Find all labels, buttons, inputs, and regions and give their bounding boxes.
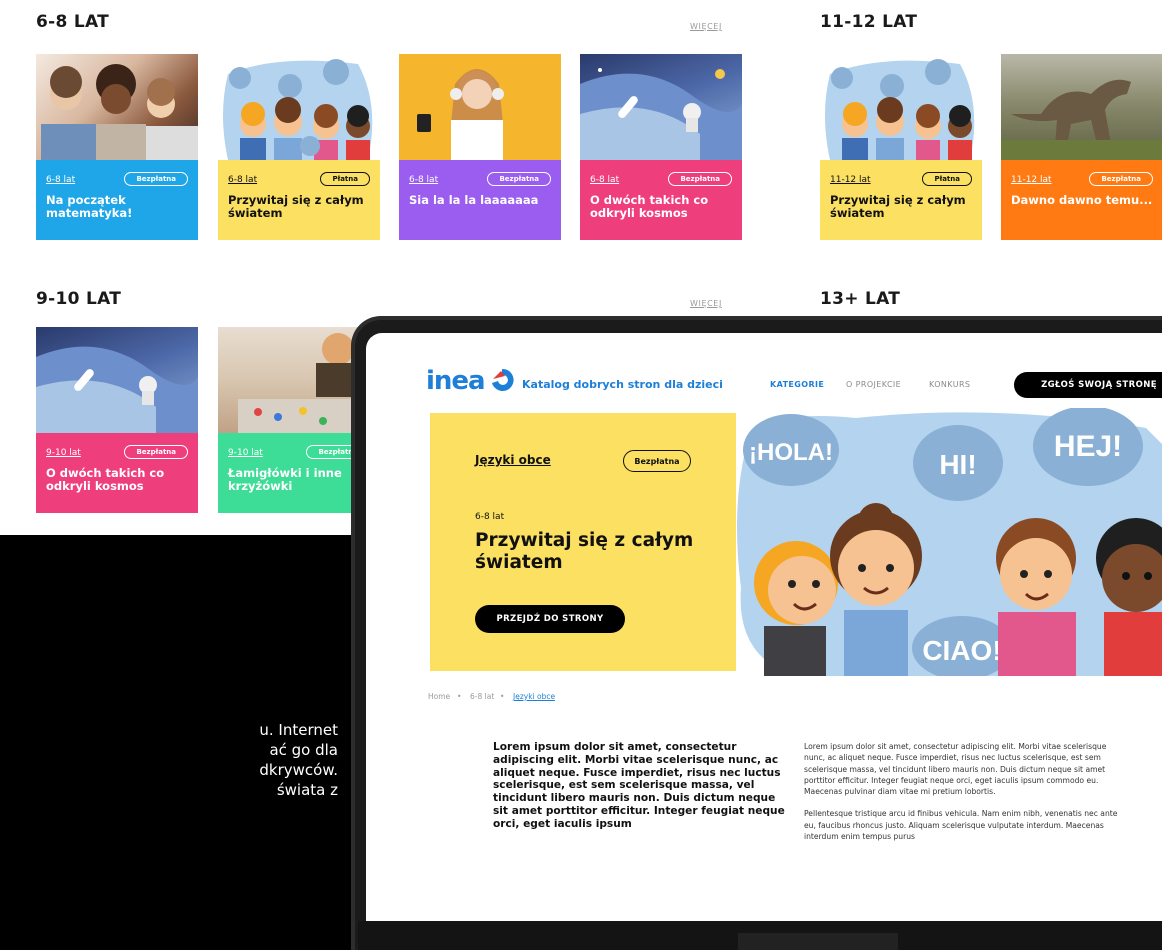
card-title: O dwóch takich co odkryli kosmos [46,466,165,493]
price-badge: Bezpłatna [487,172,551,186]
card-age-link[interactable]: 6-8 lat [46,175,75,185]
price-badge: Płatna [922,172,972,186]
body-paragraph: Pellentesque tristique arcu id finibus v… [804,809,1118,842]
section-title-9-10: 9-10 LAT [36,289,122,309]
cartoon-girl-blonde [754,541,838,676]
card-band: 11-12 lat Bezpłatna Dawno dawno temu... [1001,160,1162,240]
nav-kategorie[interactable]: KATEGORIE [770,380,824,389]
laptop-hinge [738,933,898,950]
inea-logo[interactable]: inea [426,366,486,396]
site-tagline: Katalog dobrych stron dla dzieci [522,378,723,391]
breadcrumb-separator: • [500,692,505,701]
card-przywitaj-sie[interactable]: 6-8 lat Płatna Przywitaj się z całym świ… [218,54,380,240]
card-age-link[interactable]: 9-10 lat [46,448,81,458]
hero-price-badge: Bezpłatna [623,450,691,472]
dinosaur-image [1001,54,1162,160]
more-link-9-10[interactable]: WIĘCEJ [690,299,722,308]
price-badge: Bezpłatna [124,172,188,186]
laptop-screen: inea Katalog dobrych stron dla dzieci KA… [366,333,1162,921]
card-sia-la-la[interactable]: 6-8 lat Bezpłatna Sia la la la laaaaaaa [399,54,561,240]
card-band: 6-8 lat Bezpłatna Sia la la la laaaaaaa [399,160,561,240]
hero-panel: Języki obce Bezpłatna 6-8 lat Przywitaj … [430,413,736,671]
section-title-11-12: 11-12 LAT [820,12,918,32]
fragment-line: dkrywców. [259,761,338,779]
card-band: 6-8 lat Bezpłatna Na początek matematyka… [36,160,198,240]
card-age-link[interactable]: 11-12 lat [1011,175,1052,185]
card-age-link[interactable]: 11-12 lat [830,175,871,185]
submit-site-button[interactable]: ZGŁOŚ SWOJĄ STRONĘ [1014,372,1162,398]
hero-age: 6-8 lat [475,512,505,522]
kids-photo-image [36,54,198,160]
greeting-kids-illustration [218,54,380,160]
card-band: 9-10 lat Bezpłatna O dwóch takich co odk… [36,433,198,513]
price-badge: Bezpłatna [1089,172,1153,186]
hero-illustration: ¡HOLA! HI! HEJ! CIAO! [736,406,1162,680]
inea-logo-mark-icon [492,368,514,391]
card-title: Przywitaj się z całym światem [228,193,364,220]
hero-title: Przywitaj się z całym światem [475,530,694,573]
fragment-line: ać go dla [269,741,338,759]
card-band: 11-12 lat Płatna Przywitaj się z całym ś… [820,160,982,240]
nav-o-projekcie[interactable]: O PROJEKCIE [846,380,901,389]
card-age-link[interactable]: 6-8 lat [590,175,619,185]
nav-konkurs[interactable]: KONKURS [929,380,970,389]
card-dawno-dawno-temu[interactable]: 11-12 lat Bezpłatna Dawno dawno temu... [1001,54,1162,240]
card-title: Sia la la la laaaaaaa [409,193,539,207]
space-rocket-illustration [36,327,198,433]
card-przywitaj-sie-11-12[interactable]: 11-12 lat Płatna Przywitaj się z całym ś… [820,54,982,240]
card-title: Na początek matematyka! [46,193,133,220]
laptop-bottom-bezel [358,921,1162,950]
card-band: 6-8 lat Płatna Przywitaj się z całym świ… [218,160,380,240]
card-na-poczatek-matematyka[interactable]: 6-8 lat Bezpłatna Na początek matematyka… [36,54,198,240]
greeting-kids-illustration [820,54,982,160]
speech-bubble: HI! [913,425,1003,501]
card-title: Dawno dawno temu... [1011,193,1153,207]
fragment-line: u. Internet [259,721,338,739]
body-paragraph: Lorem ipsum dolor sit amet, consectetur … [804,742,1107,797]
svg-text:¡HOLA!: ¡HOLA! [749,439,833,466]
price-badge: Bezpłatna [668,172,732,186]
breadcrumb-home[interactable]: Home [428,692,450,701]
card-age-link[interactable]: 9-10 lat [228,448,263,458]
speech-bubble: HEJ! [1033,406,1143,486]
card-kosmos-6-8[interactable]: 6-8 lat Bezpłatna O dwóch takich co odkr… [580,54,742,240]
section-title-6-8: 6-8 LAT [36,12,109,32]
space-rocket-illustration [580,54,742,160]
intro-text-fragment: u. Internet ać go dla dkrywców. świata z [148,720,338,800]
breadcrumb-age[interactable]: 6-8 lat [470,692,494,701]
breadcrumb-current[interactable]: Języki obce [513,692,555,701]
svg-text:CIAO!: CIAO! [922,635,1001,666]
section-title-13-plus: 13+ LAT [820,289,901,309]
svg-text:HI!: HI! [939,449,976,480]
body-text: Lorem ipsum dolor sit amet, consectetur … [804,741,1124,842]
more-link-6-8[interactable]: WIĘCEJ [690,22,722,31]
lead-paragraph: Lorem ipsum dolor sit amet, consectetur … [493,741,785,830]
price-badge: Płatna [320,172,370,186]
girl-headphones-image [399,54,561,160]
card-band: 6-8 lat Bezpłatna O dwóch takich co odkr… [580,160,742,240]
fragment-line: świata z [276,781,338,799]
go-to-site-button[interactable]: PRZEJDŹ DO STRONY [475,605,625,633]
speech-bubble: ¡HOLA! [743,414,839,486]
hero-category-link[interactable]: Języki obce [475,453,551,467]
card-age-link[interactable]: 6-8 lat [409,175,438,185]
price-badge: Bezpłatna [124,445,188,459]
card-title: O dwóch takich co odkryli kosmos [590,193,709,220]
card-kosmos-9-10[interactable]: 9-10 lat Bezpłatna O dwóch takich co odk… [36,327,198,513]
svg-text:HEJ!: HEJ! [1054,430,1122,463]
breadcrumb-separator: • [457,692,462,701]
card-title: Przywitaj się z całym światem [830,193,966,220]
card-age-link[interactable]: 6-8 lat [228,175,257,185]
